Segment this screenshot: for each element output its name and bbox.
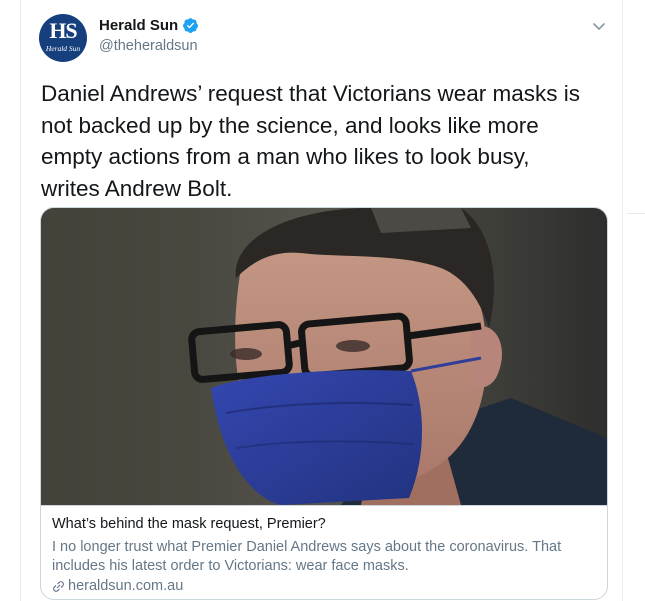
display-name[interactable]: Herald Sun: [99, 17, 178, 34]
tweet-text-line: Daniel Andrews’ request that Victorians …: [41, 81, 580, 106]
card-image[interactable]: [41, 208, 607, 505]
card-description-line: includes his latest order to Victorians:…: [52, 558, 409, 574]
link-preview-card[interactable]: What’s behind the mask request, Premier?…: [40, 207, 608, 600]
card-title[interactable]: What’s behind the mask request, Premier?: [52, 516, 326, 532]
tweet-text-line: writes Andrew Bolt.: [41, 175, 233, 201]
card-body[interactable]: What’s behind the mask request, Premier?…: [41, 505, 607, 599]
card-description-line: I no longer trust what Premier Daniel An…: [52, 539, 562, 555]
avatar-logo-text: HS: [49, 18, 77, 43]
card-description: I no longer trust what Premier Daniel An…: [52, 538, 600, 576]
avatar[interactable]: HS Herald Sun: [39, 14, 87, 62]
tweet-text: Daniel Andrews’ request that Victorians …: [41, 78, 611, 204]
card-domain[interactable]: heraldsun.com.au: [52, 578, 183, 594]
timeline-divider: [627, 213, 645, 214]
chevron-down-icon[interactable]: [591, 18, 607, 34]
tweet-text-line: not backed up by the science, and looks …: [41, 112, 539, 138]
tweet-text-line: empty actions from a man who likes to lo…: [41, 144, 530, 169]
card-domain-text[interactable]: heraldsun.com.au: [68, 578, 183, 594]
link-icon: [53, 580, 64, 592]
avatar-logo-subtext: Herald Sun: [45, 44, 81, 53]
author-name-row[interactable]: Herald Sun: [99, 17, 199, 34]
tweet[interactable]: HS Herald Sun Herald Sun @theheraldsun D…: [20, 0, 623, 601]
account-handle[interactable]: @theheraldsun: [99, 38, 198, 54]
verified-badge-icon: [183, 18, 199, 33]
